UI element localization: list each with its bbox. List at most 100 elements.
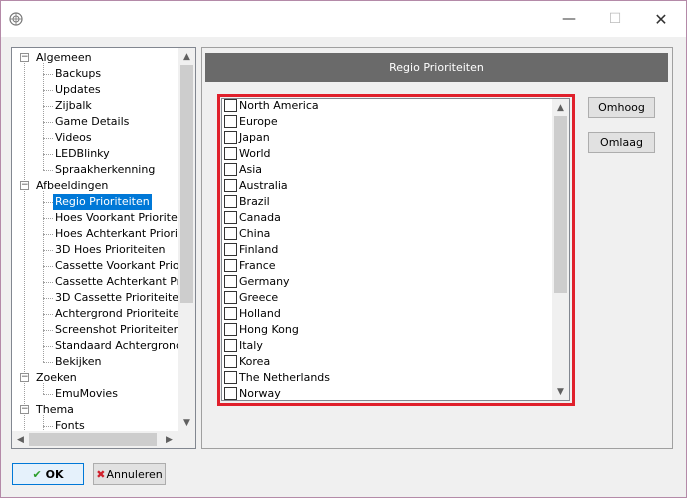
list-vertical-scroll-thumb[interactable] bbox=[554, 116, 567, 293]
tree-guide-line bbox=[43, 63, 44, 170]
list-scroll-up-icon[interactable]: ▲ bbox=[552, 99, 569, 116]
region-priority-list[interactable]: North America Europe Japan World Asia Austral… bbox=[221, 98, 570, 401]
region-checkbox[interactable] bbox=[224, 307, 237, 320]
tree-item[interactable]: Hoes Achterkant Prioriteite bbox=[12, 226, 195, 242]
tree-horizontal-scroll-thumb[interactable] bbox=[29, 433, 157, 446]
collapse-icon[interactable]: − bbox=[20, 53, 29, 62]
tree-item-label: Videos bbox=[55, 131, 92, 144]
collapse-icon[interactable]: − bbox=[20, 373, 29, 382]
region-checkbox[interactable] bbox=[224, 323, 237, 336]
list-item[interactable]: Hong Kong bbox=[222, 322, 552, 338]
list-item[interactable]: Finland bbox=[222, 242, 552, 258]
tree-horizontal-scrollbar[interactable]: ◀ ▶ bbox=[12, 431, 178, 448]
tree-item[interactable]: 3D Hoes Prioriteiten bbox=[12, 242, 180, 258]
list-item[interactable]: Greece bbox=[222, 290, 552, 306]
region-checkbox[interactable] bbox=[224, 99, 237, 112]
tree-item-label: Standaard Achtergrond bbox=[55, 339, 183, 352]
tree-item[interactable]: Standaard Achtergrond bbox=[12, 338, 183, 354]
scroll-right-icon[interactable]: ▶ bbox=[161, 431, 178, 448]
tree-item[interactable]: − Algemeen bbox=[12, 50, 180, 66]
app-icon bbox=[9, 12, 23, 26]
tree-item[interactable]: Cassette Voorkant Priorite bbox=[12, 258, 195, 274]
tree-vertical-scroll-thumb[interactable] bbox=[180, 65, 193, 303]
tree-item[interactable]: Hoes Voorkant Prioriteiten bbox=[12, 210, 195, 226]
list-item[interactable]: China bbox=[222, 226, 552, 242]
region-checkbox[interactable] bbox=[224, 147, 237, 160]
list-item[interactable]: Norway bbox=[222, 386, 552, 400]
tree-item[interactable]: Spraakherkenning bbox=[12, 162, 180, 178]
tree-item[interactable]: Achtergrond Prioriteiten bbox=[12, 306, 187, 322]
tree-item[interactable]: Screenshot Prioriteiten bbox=[12, 322, 181, 338]
move-up-button[interactable]: Omhoog bbox=[588, 97, 655, 118]
scroll-up-icon[interactable]: ▲ bbox=[178, 48, 195, 65]
scroll-left-icon[interactable]: ◀ bbox=[12, 431, 29, 448]
tree-item[interactable]: Cassette Achterkant Prior bbox=[12, 274, 195, 290]
list-vertical-scrollbar[interactable]: ▲ ▼ bbox=[552, 99, 569, 400]
list-item[interactable]: Holland bbox=[222, 306, 552, 322]
maximize-button[interactable]: ☐ bbox=[592, 1, 638, 37]
collapse-icon[interactable]: − bbox=[20, 181, 29, 190]
list-item[interactable]: Germany bbox=[222, 274, 552, 290]
region-checkbox[interactable] bbox=[224, 371, 237, 384]
region-checkbox[interactable] bbox=[224, 227, 237, 240]
tree-item[interactable]: LEDBlinky bbox=[12, 146, 180, 162]
list-item[interactable]: Japan bbox=[222, 130, 552, 146]
close-button[interactable]: ✕ bbox=[638, 1, 684, 37]
list-item[interactable]: France bbox=[222, 258, 552, 274]
region-label: Greece bbox=[239, 291, 279, 304]
settings-tree[interactable]: − Algemeen Backups Updates Zijbalk Game Detai… bbox=[11, 47, 196, 449]
region-checkbox[interactable] bbox=[224, 259, 237, 272]
list-item[interactable]: Europe bbox=[222, 114, 552, 130]
region-checkbox[interactable] bbox=[224, 211, 237, 224]
list-item[interactable]: Asia bbox=[222, 162, 552, 178]
region-checkbox[interactable] bbox=[224, 131, 237, 144]
tree-vertical-scrollbar[interactable]: ▲ ▼ bbox=[178, 48, 195, 431]
ok-button[interactable]: ✔ OK bbox=[12, 463, 84, 485]
region-checkbox[interactable] bbox=[224, 163, 237, 176]
tree-item[interactable]: − Zoeken bbox=[12, 370, 180, 386]
scroll-down-icon[interactable]: ▼ bbox=[178, 414, 195, 431]
tree-item[interactable]: 3D Cassette Prioriteiten bbox=[12, 290, 186, 306]
region-checkbox[interactable] bbox=[224, 387, 237, 400]
tree-connector bbox=[43, 154, 53, 155]
tree-item[interactable]: Game Details bbox=[12, 114, 180, 130]
tree-item[interactable]: − Thema bbox=[12, 402, 180, 418]
tree-item-label: 3D Cassette Prioriteiten bbox=[55, 291, 187, 304]
region-label: Finland bbox=[239, 243, 279, 256]
tree-item-label: Hoes Achterkant Prioriteite bbox=[55, 227, 196, 240]
tree-item-label: 3D Hoes Prioriteiten bbox=[55, 243, 166, 256]
region-checkbox[interactable] bbox=[224, 115, 237, 128]
region-checkbox[interactable] bbox=[224, 291, 237, 304]
region-checkbox[interactable] bbox=[224, 243, 237, 256]
tree-item-label: LEDBlinky bbox=[55, 147, 110, 160]
tree-item-label: Afbeeldingen bbox=[36, 179, 109, 192]
cancel-button[interactable]: ✖ Annuleren bbox=[93, 463, 166, 485]
list-item[interactable]: Brazil bbox=[222, 194, 552, 210]
tree-item[interactable]: Bekijken bbox=[12, 354, 180, 370]
move-down-button[interactable]: Omlaag bbox=[588, 132, 655, 153]
tree-item[interactable]: EmuMovies bbox=[12, 386, 180, 402]
scrollbar-corner bbox=[178, 431, 195, 448]
tree-item[interactable]: Videos bbox=[12, 130, 180, 146]
list-item[interactable]: Australia bbox=[222, 178, 552, 194]
list-item[interactable]: Italy bbox=[222, 338, 552, 354]
tree-item[interactable]: Backups bbox=[12, 66, 180, 82]
collapse-icon[interactable]: − bbox=[20, 405, 29, 414]
minimize-button[interactable]: — bbox=[546, 1, 592, 37]
list-item[interactable]: Korea bbox=[222, 354, 552, 370]
tree-item[interactable]: − Afbeeldingen bbox=[12, 178, 180, 194]
region-checkbox[interactable] bbox=[224, 339, 237, 352]
region-checkbox[interactable] bbox=[224, 355, 237, 368]
region-checkbox[interactable] bbox=[224, 275, 237, 288]
list-item[interactable]: Canada bbox=[222, 210, 552, 226]
tree-item[interactable]: Updates bbox=[12, 82, 180, 98]
region-checkbox[interactable] bbox=[224, 195, 237, 208]
list-item[interactable]: The Netherlands bbox=[222, 370, 552, 386]
list-scroll-down-icon[interactable]: ▼ bbox=[552, 383, 569, 400]
list-item[interactable]: North America bbox=[222, 99, 552, 114]
region-checkbox[interactable] bbox=[224, 179, 237, 192]
list-item[interactable]: World bbox=[222, 146, 552, 162]
tree-item[interactable]: Zijbalk bbox=[12, 98, 180, 114]
tree-item[interactable]: Regio Prioriteiten bbox=[12, 194, 180, 210]
tree-connector bbox=[43, 298, 53, 299]
